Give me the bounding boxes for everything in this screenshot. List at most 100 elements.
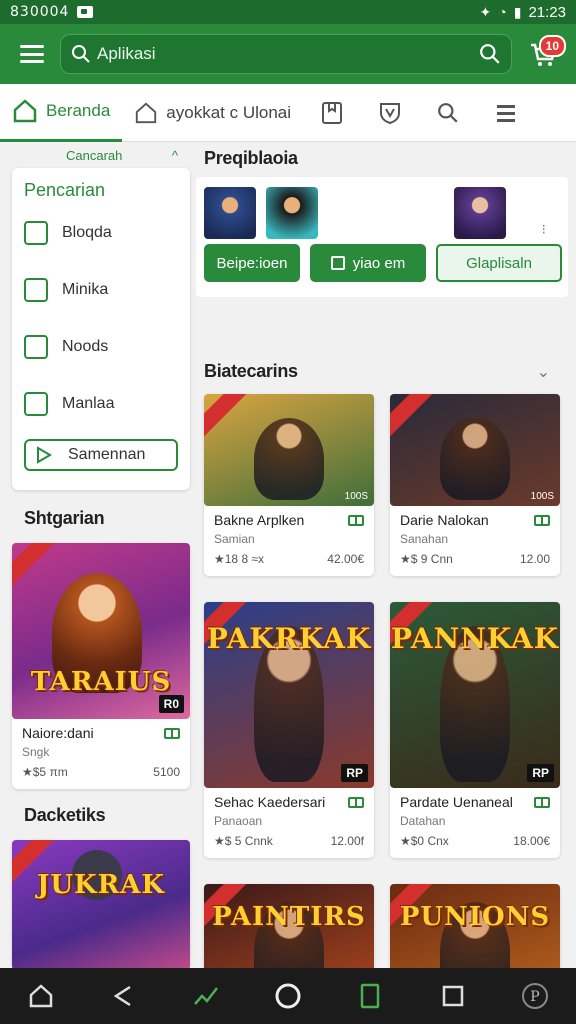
- promo-thumb[interactable]: [204, 187, 256, 239]
- game-price: 42.00€: [327, 552, 364, 566]
- game-name: Naiore:dani: [22, 725, 94, 741]
- game-card[interactable]: TARAIUS R0 Naiore:dani Sngk ★$5 πm 5100: [12, 543, 190, 789]
- game-rating: ★$0 Cnx: [400, 834, 449, 848]
- edit-icon: [24, 221, 48, 245]
- svg-text:P: P: [530, 989, 539, 1005]
- filter-apply-label: Samennan: [68, 446, 146, 463]
- assistant-icon: P: [521, 983, 548, 1009]
- game-card[interactable]: 100S Bakne Arplken Samian ★18 8 ≈x 42.00€: [204, 394, 374, 576]
- section-title: Shtgarian: [24, 508, 105, 528]
- game-art: TARAIUS R0: [12, 543, 190, 719]
- square-button[interactable]: [433, 976, 473, 1016]
- recents-icon: [361, 983, 380, 1009]
- game-price: 5100: [153, 765, 180, 779]
- game-card[interactable]: JUKRAK: [12, 840, 190, 970]
- game-card[interactable]: PAKRKAK RP Sehac Kaedersari Panaoan ★$ 5 Cnn…: [204, 602, 374, 858]
- download-icon[interactable]: [164, 727, 180, 739]
- promo-title: Preqiblaoia: [204, 148, 298, 168]
- cancel-row[interactable]: Cancarah ^: [12, 142, 190, 168]
- tab-home-label: Beranda: [46, 101, 111, 120]
- game-sub: Datahan: [400, 814, 446, 828]
- game-rating: ★$ 9 Cnn: [400, 552, 453, 566]
- tab-home[interactable]: Beranda: [0, 84, 123, 142]
- signal-icon: ✦: [479, 3, 492, 20]
- filter-item-label: Noods: [62, 338, 109, 355]
- promo-ribbon: [390, 394, 438, 439]
- filter-item-label: Bloqda: [62, 224, 112, 241]
- game-art: PAKRKAK RP: [204, 602, 374, 788]
- filter-item[interactable]: Bloqda: [24, 219, 178, 247]
- game-price: 12.00: [519, 552, 550, 566]
- filter-item[interactable]: Manlaa: [24, 390, 178, 418]
- promo-button[interactable]: Glaplisaln: [436, 244, 562, 282]
- game-rating: ★$5 πm: [22, 765, 68, 779]
- filter-apply-button[interactable]: Samennan: [24, 439, 178, 471]
- nav-tabs: Beranda ayokkat c Ulonai: [0, 84, 576, 142]
- game-art-title: JUKRAK: [37, 870, 165, 900]
- download-icon[interactable]: [534, 796, 550, 808]
- tab-more[interactable]: [477, 84, 535, 142]
- back-button[interactable]: [103, 976, 143, 1016]
- chevron-down-icon[interactable]: ⌄: [537, 362, 550, 382]
- menu-icon[interactable]: [20, 45, 44, 63]
- age-rating-tag: RP: [527, 764, 554, 782]
- promo-thumb[interactable]: [266, 187, 318, 239]
- game-art-title: PAKRKAK: [206, 622, 372, 655]
- download-icon[interactable]: [534, 514, 550, 526]
- tab-search[interactable]: [419, 84, 477, 142]
- corner-label: 100S: [344, 491, 368, 502]
- character-figure: [440, 418, 510, 500]
- tab-shield[interactable]: [361, 84, 419, 142]
- promo-ribbon: [12, 543, 60, 588]
- play-icon: [37, 446, 52, 464]
- download-icon[interactable]: [348, 514, 364, 526]
- game-rating: ★$ 5 Cnnk: [214, 834, 273, 848]
- game-price: 18.00€: [513, 834, 550, 848]
- game-rating: ★18 8 ≈x: [214, 552, 265, 566]
- game-name: Darie Nalokan: [400, 512, 489, 528]
- search-input[interactable]: Aplikasi: [60, 34, 512, 74]
- game-sub: Sanahan: [400, 532, 449, 546]
- cart-button[interactable]: 10: [528, 35, 566, 69]
- status-time: 830004: [10, 4, 70, 20]
- search-placeholder: Aplikasi: [97, 44, 156, 63]
- wifi-icon: ◔: [498, 4, 507, 20]
- shield-icon: [380, 102, 401, 124]
- activity-button[interactable]: [186, 976, 226, 1016]
- recents-button[interactable]: [350, 976, 390, 1016]
- assistant-button[interactable]: P: [515, 976, 555, 1016]
- chevron-up-icon: ^: [171, 147, 178, 163]
- download-icon[interactable]: [348, 796, 364, 808]
- home-nav-button[interactable]: [21, 976, 61, 1016]
- game-name: Bakne Arplken: [214, 512, 305, 528]
- game-grid: 100S Bakne Arplken Samian ★18 8 ≈x 42.00€ 100…: [204, 394, 568, 1014]
- filter-card: Pencarian Bloqda Minika Noods Manlaa Sam…: [12, 168, 190, 490]
- promo-button[interactable]: yiao em: [310, 244, 426, 282]
- filter-item[interactable]: Noods: [24, 333, 178, 361]
- age-rating-tag: RP: [341, 764, 368, 782]
- tab-categories[interactable]: ayokkat c Ulonai: [122, 84, 303, 142]
- game-card[interactable]: PANNKAK RP Pardate Uenaneal Datahan ★$0 Cnx 1…: [390, 602, 560, 858]
- character-figure: [254, 418, 324, 500]
- more-icon[interactable]: ⁝: [542, 221, 546, 238]
- tab-bookmarks[interactable]: [303, 84, 361, 142]
- square-icon: [442, 985, 463, 1007]
- game-card[interactable]: 100S Darie Nalokan Sanahan ★$ 9 Cnn 12.00: [390, 394, 560, 576]
- promo-buttons: Beipe:ioen yiao em Glaplisaln: [204, 244, 562, 282]
- list-icon: [497, 104, 516, 122]
- game-art: 100S: [204, 394, 374, 506]
- game-art: 100S: [390, 394, 560, 506]
- age-rating-tag: R0: [158, 695, 184, 713]
- game-name: Sehac Kaedersari: [214, 794, 326, 810]
- home-icon: [29, 984, 53, 1008]
- search-submit-icon[interactable]: [479, 43, 501, 65]
- filter-item[interactable]: Minika: [24, 276, 178, 304]
- game-art-title: PAINTIRS: [212, 902, 366, 932]
- promo-button[interactable]: Beipe:ioen: [204, 244, 300, 282]
- game-sub: Samian: [214, 532, 255, 546]
- home-icon: [13, 99, 37, 123]
- promo-thumb[interactable]: [454, 187, 506, 239]
- search-icon: [72, 45, 90, 63]
- section-title: Dacketiks: [24, 805, 106, 825]
- home-circle-button[interactable]: [268, 976, 308, 1016]
